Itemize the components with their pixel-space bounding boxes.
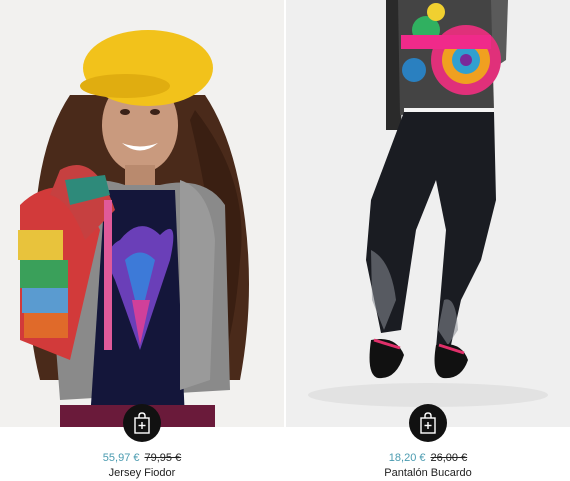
product-card-pantalon[interactable]: 18,20 € 26,00 € Pantalón Bucardo: [286, 0, 570, 481]
sale-price: 18,20 €: [388, 452, 426, 464]
add-to-bag-button[interactable]: [409, 404, 447, 442]
price-row: 55,97 € 79,95 €: [0, 452, 284, 464]
sale-price: 55,97 €: [102, 452, 140, 464]
shopping-bag-add-icon: [420, 412, 436, 434]
product-name[interactable]: Pantalón Bucardo: [286, 467, 570, 479]
original-price: 26,00 €: [430, 452, 468, 464]
girl-in-yellow-beret-photo: [0, 0, 284, 427]
product-grid: 55,97 € 79,95 € Jersey Fiodor 18,20 € 26,…: [0, 0, 570, 481]
product-card-jersey[interactable]: 55,97 € 79,95 € Jersey Fiodor: [0, 0, 284, 481]
original-price: 79,95 €: [144, 452, 182, 464]
shopping-bag-add-icon: [134, 412, 150, 434]
add-to-bag-button[interactable]: [123, 404, 161, 442]
black-leggings-photo: [286, 0, 570, 427]
price-row: 18,20 € 26,00 €: [286, 452, 570, 464]
product-photo[interactable]: [286, 0, 570, 427]
product-name[interactable]: Jersey Fiodor: [0, 467, 284, 479]
product-photo[interactable]: [0, 0, 284, 427]
